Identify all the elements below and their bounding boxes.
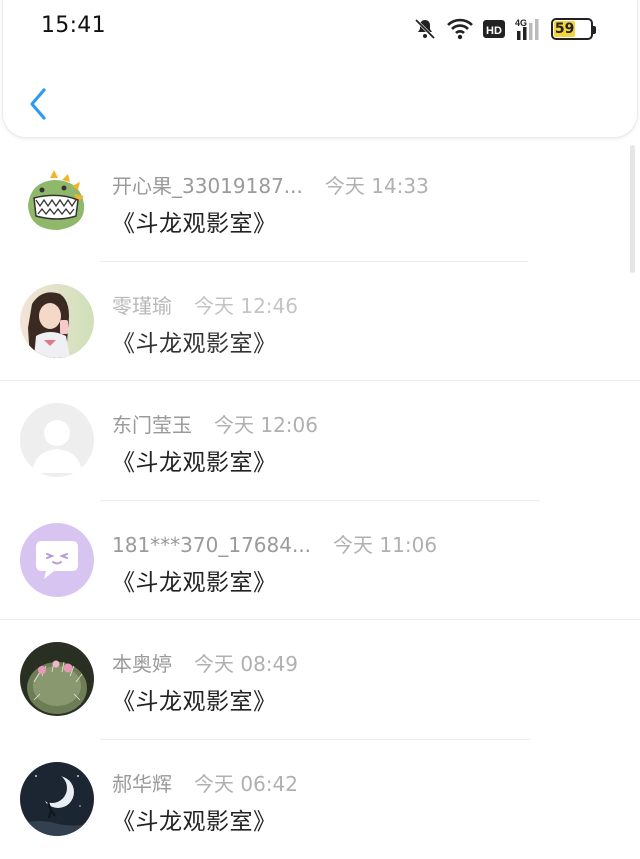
chat-bubble-avatar[interactable]	[20, 523, 94, 597]
user-name: 零瑾瑜	[112, 294, 172, 318]
default-user-avatar[interactable]	[20, 403, 94, 477]
battery-level: 59	[554, 21, 575, 37]
item-title: 《斗龙观影室》	[112, 802, 277, 836]
list-item[interactable]: 郝华辉今天 06:42 《斗龙观影室》	[0, 740, 640, 859]
post-time: 今天 08:49	[194, 652, 298, 676]
battery-icon: 59	[551, 18, 593, 40]
network-text: 4G	[515, 18, 527, 28]
item-meta: 东门莹玉今天 12:06	[112, 409, 318, 438]
item-title: 《斗龙观影室》	[112, 443, 277, 477]
item-title: 《斗龙观影室》	[112, 682, 277, 716]
list-item[interactable]: 零瑾瑜今天 12:46 《斗龙观影室》	[0, 262, 640, 382]
moon-night-avatar[interactable]	[20, 762, 94, 836]
post-time: 今天 12:46	[194, 294, 298, 318]
item-meta: 181***370_17684... 今天 11:06	[112, 529, 437, 558]
item-meta: 开心果_33019187... 今天 14:33	[112, 170, 429, 199]
item-meta: 本奥婷今天 08:49	[112, 648, 298, 677]
dinosaur-avatar[interactable]	[20, 164, 94, 238]
post-time: 今天 06:42	[194, 772, 298, 796]
item-title: 《斗龙观影室》	[112, 563, 277, 597]
item-title: 《斗龙观影室》	[112, 204, 277, 238]
user-name: 本奥婷	[112, 652, 172, 676]
list-item[interactable]: 东门莹玉今天 12:06 《斗龙观影室》	[0, 381, 640, 501]
cellular-4g-icon: 4G	[515, 17, 541, 41]
wifi-icon	[447, 18, 473, 40]
back-button[interactable]	[21, 84, 55, 124]
user-name: 181***370_17684...	[112, 533, 311, 557]
cactus-photo-avatar[interactable]	[20, 642, 94, 716]
item-meta: 零瑾瑜今天 12:46	[112, 290, 298, 319]
item-title: 《斗龙观影室》	[112, 324, 277, 358]
header-card: 15:41 HD 4G	[2, 0, 638, 138]
favorites-list: 开心果_33019187... 今天 14:33 《斗龙观影室》	[0, 142, 640, 859]
list-item[interactable]: 开心果_33019187... 今天 14:33 《斗龙观影室》	[0, 142, 640, 262]
status-time: 15:41	[41, 13, 106, 38]
user-name: 郝华辉	[112, 772, 172, 796]
bell-muted-icon	[413, 17, 437, 41]
post-time: 今天 11:06	[333, 533, 437, 557]
item-meta: 郝华辉今天 06:42	[112, 768, 298, 797]
post-time: 今天 12:06	[214, 413, 318, 437]
user-name: 东门莹玉	[112, 413, 192, 437]
status-icons: HD 4G 59	[413, 15, 593, 43]
hd-icon: HD	[483, 19, 505, 39]
girl-photo-avatar[interactable]	[20, 284, 94, 358]
chevron-left-icon	[27, 86, 49, 122]
hd-text: HD	[486, 25, 502, 37]
post-time: 今天 14:33	[325, 174, 429, 198]
user-name: 开心果_33019187...	[112, 174, 303, 198]
list-item[interactable]: 181***370_17684... 今天 11:06 《斗龙观影室》	[0, 501, 640, 621]
list-item[interactable]: 本奥婷今天 08:49 《斗龙观影室》	[0, 620, 640, 740]
